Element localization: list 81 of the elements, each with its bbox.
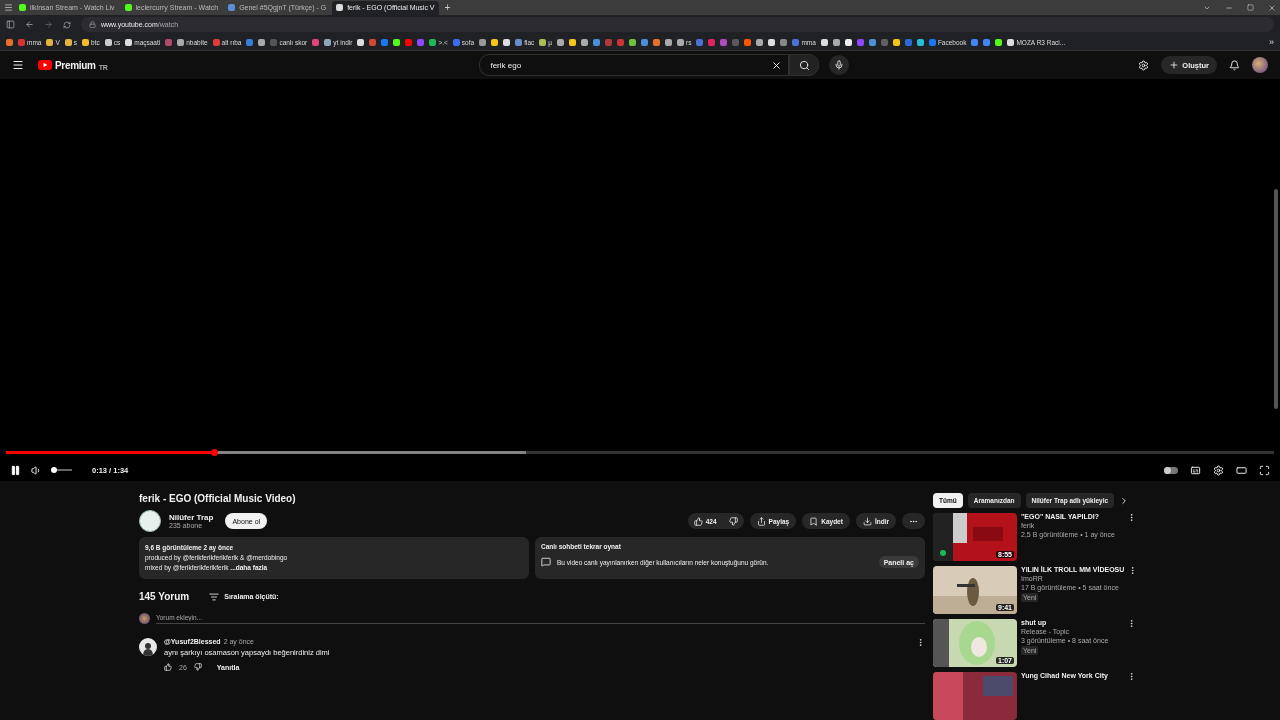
more-icon[interactable] [1127, 672, 1136, 681]
bookmark-icon[interactable] [557, 38, 564, 46]
sidebar-icon[interactable] [6, 20, 15, 30]
bookmark-icon[interactable] [832, 38, 840, 46]
bookmark-icon[interactable] [892, 38, 900, 46]
channel-name[interactable]: Nilüfer Trap [169, 513, 214, 522]
user-avatar [139, 612, 150, 624]
maximize-icon[interactable] [1247, 4, 1254, 12]
voice-search-button[interactable] [829, 55, 850, 76]
bookmark-icon[interactable] [665, 38, 672, 46]
thumbs-up-icon [693, 516, 703, 526]
settings-icon[interactable] [1213, 465, 1224, 476]
bookmark-icon[interactable] [629, 38, 636, 46]
bookmark-icon [809, 516, 819, 526]
captions-icon[interactable] [1190, 465, 1201, 476]
bookmark-icon[interactable] [1007, 38, 1015, 46]
person-silhouette-icon [143, 642, 153, 656]
bookmark-icon[interactable] [125, 38, 133, 46]
mic-icon[interactable] [834, 60, 845, 71]
bookmark-icon[interactable] [916, 38, 924, 46]
download-icon [862, 516, 872, 526]
bookmark-icon[interactable] [756, 38, 764, 46]
bookmark-icon[interactable] [503, 38, 511, 46]
pause-button[interactable] [10, 465, 21, 476]
comment-count: 145 Yorum [139, 591, 190, 602]
bookmark-icon[interactable] [539, 38, 547, 46]
bookmark-icon[interactable] [258, 38, 266, 46]
share-icon [756, 516, 766, 526]
search-field[interactable]: ferik ego [479, 54, 790, 77]
autoplay-toggle[interactable] [1164, 467, 1178, 474]
bookmark-icon[interactable] [844, 38, 852, 46]
search-button[interactable] [789, 54, 820, 77]
bookmark-icon[interactable] [995, 38, 1003, 46]
bookmark-icon[interactable] [82, 38, 90, 46]
reload-icon[interactable] [63, 20, 71, 29]
volume-handle[interactable] [51, 467, 57, 474]
clear-icon[interactable] [771, 59, 783, 71]
more-icon[interactable] [1127, 619, 1136, 628]
bookmark-icon[interactable] [768, 38, 776, 46]
more-icon[interactable] [916, 638, 925, 647]
bookmark-icon[interactable] [491, 38, 499, 46]
bookmark-icon[interactable] [820, 38, 828, 46]
new-tab-button[interactable]: + [444, 1, 451, 14]
bookmark-icon[interactable] [393, 38, 401, 46]
chat-icon [541, 557, 551, 567]
video-title: ferik - EGO (Official Music Video) [139, 493, 297, 504]
bookmark-icon[interactable] [104, 38, 112, 46]
progress-bar[interactable] [6, 450, 1274, 454]
premium-logo: Premium [55, 59, 96, 71]
volume-slider[interactable] [52, 469, 72, 472]
bell-icon[interactable] [1229, 59, 1240, 71]
volume-icon[interactable] [31, 465, 42, 476]
close-icon[interactable] [1268, 3, 1276, 12]
bookmark-icon[interactable] [324, 38, 332, 46]
bookmark-icon[interactable] [569, 38, 576, 46]
bookmark-icon[interactable] [677, 38, 684, 46]
more-icon[interactable] [1127, 513, 1136, 522]
more-bookmarks-button[interactable]: » [1269, 37, 1274, 48]
bookmark-icon[interactable] [46, 38, 54, 46]
theater-icon[interactable] [1236, 465, 1247, 476]
user-avatar[interactable] [1252, 57, 1268, 74]
sort-icon [209, 591, 220, 602]
thumbs-down-icon[interactable] [193, 663, 202, 671]
bookmark-icon[interactable] [64, 38, 72, 46]
back-icon[interactable] [25, 20, 34, 30]
lock-icon [89, 21, 96, 29]
scrubber-handle[interactable] [210, 448, 218, 456]
bookmark-icon[interactable] [429, 38, 437, 46]
bookmark-icon[interactable] [479, 38, 487, 46]
bookmark-icon[interactable] [357, 38, 365, 46]
bookmark-icon[interactable] [177, 38, 185, 46]
menu-icon[interactable] [12, 59, 24, 72]
thumbs-down-icon [728, 516, 738, 526]
channel-avatar[interactable] [139, 510, 161, 532]
commenter-avatar[interactable] [139, 638, 157, 656]
plus-icon [1169, 60, 1180, 71]
fullscreen-icon[interactable] [1259, 465, 1270, 476]
bookmark-icon[interactable] [581, 38, 588, 46]
thumbs-up-icon[interactable] [164, 663, 172, 671]
play-logo-icon [38, 60, 52, 71]
search-icon[interactable] [798, 59, 810, 71]
